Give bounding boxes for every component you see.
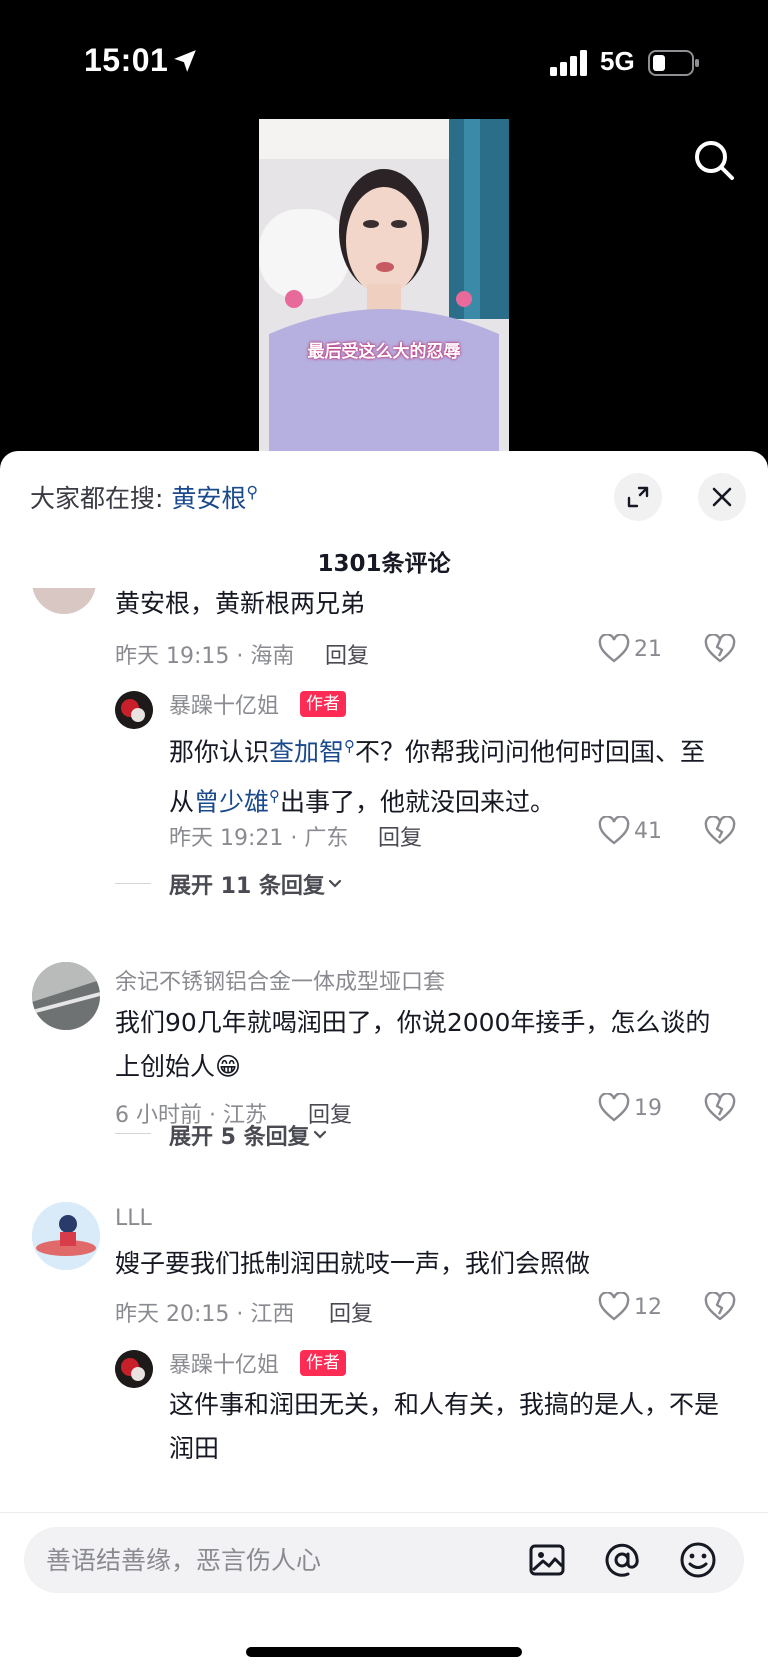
author-badge: 作者 — [300, 1350, 346, 1376]
author-badge: 作者 — [300, 691, 346, 717]
comment-time-location: 昨天 20:15 · 江西 — [115, 1302, 295, 1327]
reply-button[interactable]: 回复 — [325, 638, 369, 670]
comment-text: 这件事和润田无关，和人有关，我搞的是人，不是润田 — [169, 1390, 720, 1463]
comment-text: 黄安根，黄新根两兄弟 — [115, 589, 366, 618]
chevron-down-icon — [313, 1130, 326, 1139]
dislike-broken-heart-icon[interactable] — [704, 816, 736, 846]
heart-icon — [598, 816, 630, 845]
video-preview[interactable]: 最后受这么大的忍辱 — [259, 119, 509, 451]
dislike-broken-heart-icon[interactable] — [704, 1292, 736, 1322]
comment-author-name[interactable]: 暴躁十亿姐 — [169, 688, 279, 720]
video-frame-image — [259, 119, 509, 451]
heart-icon — [598, 1292, 630, 1321]
comment-author-name[interactable]: LLL — [115, 1206, 152, 1231]
mention-at-icon[interactable] — [602, 1540, 642, 1580]
expand-divider — [115, 1133, 151, 1134]
network-type: 5G — [600, 46, 635, 76]
like-button[interactable]: 12 — [598, 1292, 662, 1322]
comment-input-bar — [0, 1512, 768, 1670]
search-icon[interactable] — [692, 138, 736, 182]
avatar[interactable] — [32, 1202, 100, 1270]
comment-list[interactable]: 黄安根，黄新根两兄弟 昨天 19:15 · 海南 回复 21 暴躁十亿姐 作者 … — [0, 588, 768, 1573]
like-button[interactable]: 21 — [598, 634, 662, 664]
location-arrow-icon — [174, 50, 196, 72]
keyword-link[interactable]: 曾少雄 — [194, 788, 269, 817]
author-avatar[interactable] — [115, 1350, 153, 1388]
expand-replies-button[interactable]: 展开 5 条回复 — [169, 1119, 330, 1151]
expand-replies-button[interactable]: 展开 11 条回复 — [169, 868, 345, 900]
comment-input-container[interactable] — [24, 1527, 744, 1593]
image-picker-icon[interactable] — [527, 1540, 567, 1580]
mini-search-icon: ⚲ — [269, 787, 281, 806]
heart-icon — [598, 634, 630, 663]
avatar-image — [32, 1202, 100, 1270]
expand-button[interactable] — [614, 473, 662, 521]
like-count: 21 — [634, 636, 662, 662]
heart-icon — [598, 1093, 630, 1122]
like-count: 41 — [634, 818, 662, 844]
hot-search-prefix: 大家都在搜: — [30, 484, 164, 513]
status-time: 15:01 — [84, 42, 169, 78]
comment-text: 那你认识查加智⚲不？你帮我问问他何时回国、至从曾少雄⚲出事了，他就没回来过。 — [169, 737, 706, 817]
mini-search-icon: ⚲ — [246, 482, 259, 502]
cellular-signal-icon — [550, 50, 587, 76]
reply-button[interactable]: 回复 — [378, 820, 422, 852]
chevron-down-icon — [328, 879, 342, 888]
expand-replies-label: 展开 11 条回复 — [169, 874, 325, 899]
avatar[interactable] — [32, 588, 96, 614]
comment-author-name[interactable]: 余记不锈钢铝合金一体成型垭口套 — [115, 964, 445, 996]
home-indicator[interactable] — [246, 1647, 522, 1657]
like-button[interactable]: 41 — [598, 816, 662, 846]
comment-author-name[interactable]: 暴躁十亿姐 — [169, 1347, 279, 1379]
author-avatar[interactable] — [115, 691, 153, 729]
close-button[interactable] — [698, 473, 746, 521]
hot-search-bar[interactable]: 大家都在搜: 黄安根⚲ — [30, 479, 258, 515]
emoji-icon[interactable] — [678, 1540, 718, 1580]
comment-time-location: 昨天 19:15 · 海南 — [115, 644, 295, 669]
comment-input[interactable] — [46, 1527, 506, 1593]
hot-search-keyword[interactable]: 黄安根 — [171, 484, 246, 513]
comment-time-location: 昨天 19:21 · 广东 — [169, 826, 349, 851]
avatar[interactable] — [32, 962, 100, 1030]
like-count: 12 — [634, 1294, 662, 1320]
comment-text: 我们90几年就喝润田了，你说2000年接手，怎么谈的上创始人😁 — [115, 1008, 711, 1081]
expand-divider — [115, 883, 151, 884]
expand-icon — [627, 486, 649, 508]
battery-icon — [648, 50, 699, 76]
comment-count: 1301条评论 — [317, 551, 451, 577]
author-avatar-image — [115, 691, 153, 729]
video-caption: 最后受这么大的忍辱 — [307, 342, 461, 362]
avatar-image — [32, 962, 100, 1030]
comment-text: 嫂子要我们抵制润田就吱一声，我们会照做 — [115, 1249, 591, 1278]
close-icon — [712, 487, 732, 507]
dislike-broken-heart-icon[interactable] — [704, 1093, 736, 1123]
comment-sheet: 大家都在搜: 黄安根⚲ 1301条评论 黄安根，黄新根两兄弟 昨天 19:15 … — [0, 451, 768, 1670]
like-count: 19 — [634, 1095, 662, 1121]
keyword-link[interactable]: 查加智 — [269, 737, 344, 766]
dislike-broken-heart-icon[interactable] — [704, 634, 736, 664]
author-avatar-image — [115, 1350, 153, 1388]
expand-replies-label: 展开 5 条回复 — [169, 1125, 310, 1150]
reply-button[interactable]: 回复 — [329, 1296, 373, 1328]
like-button[interactable]: 19 — [598, 1093, 662, 1123]
status-bar: 15:01 5G — [0, 0, 768, 120]
mini-search-icon: ⚲ — [344, 737, 356, 755]
